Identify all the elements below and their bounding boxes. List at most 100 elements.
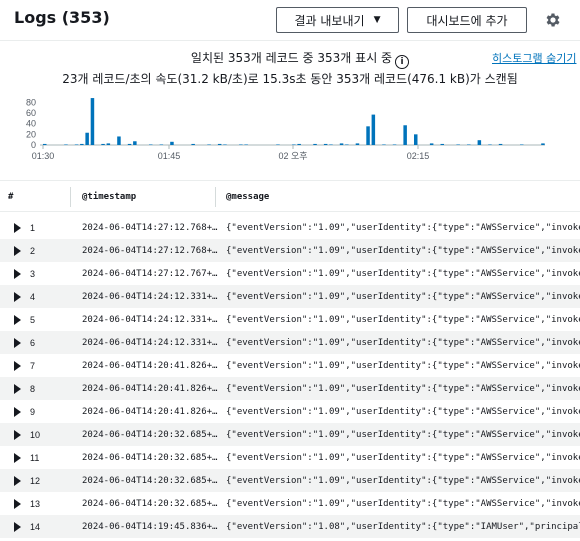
- add-to-dashboard-label: 대시보드에 추가: [426, 13, 508, 28]
- expand-row-icon[interactable]: [14, 315, 21, 325]
- histogram-bar[interactable]: [159, 144, 164, 145]
- histogram-bar[interactable]: [101, 143, 105, 145]
- histogram-bar[interactable]: [429, 143, 434, 145]
- expand-row-icon[interactable]: [14, 522, 21, 532]
- y-tick-label: 80: [26, 97, 36, 107]
- row-timestamp: 2024-06-04T14:27:12.768+…: [82, 246, 218, 256]
- table-row[interactable]: 8 2024-06-04T14:20:41.826+… {"eventVersion…: [0, 377, 580, 400]
- row-number: 2: [30, 246, 36, 256]
- histogram-bar[interactable]: [366, 126, 370, 145]
- histogram-bar[interactable]: [541, 143, 545, 145]
- histogram-bar[interactable]: [85, 132, 89, 145]
- expand-row-icon[interactable]: [14, 384, 21, 394]
- histogram-bar[interactable]: [371, 114, 376, 145]
- row-message: {"eventVersion":"1.09","userIdentity":{"…: [226, 430, 580, 440]
- histogram-bar[interactable]: [117, 136, 121, 145]
- histogram-bar[interactable]: [80, 143, 84, 145]
- expand-row-icon[interactable]: [14, 453, 21, 463]
- table-row[interactable]: 10 2024-06-04T14:20:32.685+… {"eventVersio…: [0, 423, 580, 446]
- expand-row-icon[interactable]: [14, 430, 21, 440]
- page-title: Logs (353): [14, 8, 110, 27]
- histogram-bar[interactable]: [355, 143, 360, 145]
- histogram-bar[interactable]: [488, 144, 492, 145]
- histogram-bar[interactable]: [456, 144, 460, 145]
- table-row[interactable]: 6 2024-06-04T14:24:12.331+… {"eventVersion…: [0, 331, 580, 354]
- expand-row-icon[interactable]: [14, 476, 21, 486]
- histogram-bar[interactable]: [292, 144, 296, 145]
- expand-row-icon[interactable]: [14, 246, 21, 256]
- row-number: 6: [30, 338, 36, 348]
- histogram-bar[interactable]: [90, 98, 95, 145]
- histogram-bar[interactable]: [64, 144, 68, 145]
- histogram-bar[interactable]: [329, 144, 333, 145]
- histogram-bar[interactable]: [239, 144, 243, 145]
- histogram-bar[interactable]: [133, 141, 137, 145]
- row-number: 13: [30, 499, 41, 509]
- histogram-bar[interactable]: [217, 143, 222, 145]
- column-header-message[interactable]: @message: [226, 192, 269, 202]
- table-row[interactable]: 5 2024-06-04T14:24:12.331+… {"eventVersion…: [0, 308, 580, 331]
- histogram-bar[interactable]: [106, 143, 111, 145]
- histogram-bar[interactable]: [43, 143, 47, 145]
- row-number: 8: [30, 384, 36, 394]
- y-tick-label: 60: [26, 108, 36, 118]
- histogram-bar[interactable]: [297, 143, 301, 145]
- histogram-bar[interactable]: [477, 140, 482, 145]
- table-row[interactable]: 11 2024-06-04T14:20:32.685+… {"eventVersio…: [0, 446, 580, 469]
- expand-row-icon[interactable]: [14, 407, 21, 417]
- histogram-bar[interactable]: [520, 144, 524, 145]
- gear-icon[interactable]: [544, 11, 562, 29]
- histogram-bar[interactable]: [323, 143, 328, 145]
- table-row[interactable]: 9 2024-06-04T14:20:41.826+… {"eventVersion…: [0, 400, 580, 423]
- histogram-bar[interactable]: [276, 144, 280, 145]
- table-row[interactable]: 13 2024-06-04T14:20:32.685+… {"eventVersio…: [0, 492, 580, 515]
- row-number: 3: [30, 269, 36, 279]
- row-number: 5: [30, 315, 36, 325]
- row-message: {"eventVersion":"1.09","userIdentity":{"…: [226, 246, 580, 256]
- histogram-bar[interactable]: [392, 144, 397, 145]
- histogram-bar[interactable]: [313, 143, 317, 145]
- histogram-bar[interactable]: [403, 125, 407, 145]
- histogram-bar[interactable]: [339, 143, 344, 145]
- histogram-bar[interactable]: [149, 144, 153, 145]
- expand-row-icon[interactable]: [14, 223, 21, 233]
- table-row[interactable]: 14 2024-06-04T14:19:45.836+… {"eventVersio…: [0, 515, 580, 538]
- row-number: 11: [30, 453, 40, 463]
- histogram-bar[interactable]: [74, 144, 79, 145]
- export-results-button[interactable]: 결과 내보내기 ▼: [276, 7, 399, 33]
- expand-row-icon[interactable]: [14, 499, 21, 509]
- caret-down-icon: ▼: [373, 15, 381, 25]
- histogram-bar[interactable]: [498, 143, 503, 145]
- add-to-dashboard-button[interactable]: 대시보드에 추가: [407, 7, 527, 33]
- expand-row-icon[interactable]: [14, 292, 21, 302]
- column-header-timestamp[interactable]: @timestamp: [82, 192, 136, 202]
- histogram-bar[interactable]: [440, 143, 445, 145]
- table-row[interactable]: 3 2024-06-04T14:27:12.767+… {"eventVersion…: [0, 262, 580, 285]
- histogram-bar[interactable]: [170, 141, 174, 145]
- table-row[interactable]: 12 2024-06-04T14:20:32.685+… {"eventVersio…: [0, 469, 580, 492]
- table-row[interactable]: 2 2024-06-04T14:27:12.768+… {"eventVersion…: [0, 239, 580, 262]
- expand-row-icon[interactable]: [14, 269, 21, 279]
- histogram-bar[interactable]: [382, 144, 386, 145]
- table-row[interactable]: 7 2024-06-04T14:20:41.826+… {"eventVersion…: [0, 354, 580, 377]
- histogram-bar[interactable]: [414, 134, 418, 145]
- row-message: {"eventVersion":"1.09","userIdentity":{"…: [226, 338, 580, 348]
- table-row[interactable]: 4 2024-06-04T14:24:12.331+… {"eventVersion…: [0, 285, 580, 308]
- column-divider[interactable]: [70, 187, 71, 207]
- expand-row-icon[interactable]: [14, 361, 21, 371]
- histogram-bar[interactable]: [127, 143, 132, 145]
- expand-row-icon[interactable]: [14, 338, 21, 348]
- row-message: {"eventVersion":"1.08","userIdentity":{"…: [226, 522, 580, 532]
- hide-histogram-link[interactable]: 히스토그램 숨기기: [492, 50, 576, 66]
- histogram-bar[interactable]: [207, 144, 211, 145]
- info-icon[interactable]: i: [395, 55, 410, 69]
- column-divider[interactable]: [215, 187, 216, 207]
- histogram-bar[interactable]: [244, 144, 248, 145]
- histogram-bar[interactable]: [467, 144, 471, 145]
- table-row[interactable]: 1 2024-06-04T14:27:12.768+… {"eventVersion…: [0, 216, 580, 239]
- log-table-body: 1 2024-06-04T14:27:12.768+… {"eventVersion…: [0, 216, 580, 538]
- histogram-bar[interactable]: [191, 143, 195, 145]
- row-number: 7: [30, 361, 36, 371]
- histogram-bar[interactable]: [345, 144, 349, 145]
- histogram-bar[interactable]: [223, 144, 227, 145]
